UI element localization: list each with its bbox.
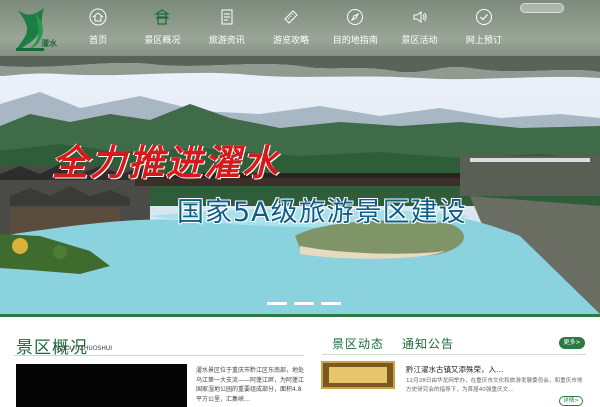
main-nav: 首页 景区概况 旅游资讯 游览攻略 目的地指南 景区活动 网上预订 (66, 8, 516, 48)
zhuoshui-logo[interactable] (10, 4, 66, 54)
about-text: 濯水景区位于重庆市黔江区东南部，地处乌江第一大支流——阿蓬江畔，为阿蓬江国家湿地… (196, 367, 305, 403)
nav-label: 景区概况 (144, 36, 181, 46)
news-icon (221, 9, 233, 25)
banner-slogan-sub: 国家5A级旅游景区建设 (177, 197, 467, 228)
nav-label: 目的地指南 (332, 36, 378, 46)
slide-indicators (267, 302, 341, 305)
nav-item-home[interactable]: 首页 (66, 8, 130, 48)
nav-item-news[interactable]: 旅游资讯 (195, 8, 259, 48)
compass-icon (347, 9, 364, 25)
plaque-image (329, 367, 387, 383)
news-item-title[interactable]: 黔江濯水古镇又添殊荣，入… (406, 364, 504, 375)
pagoda-icon (154, 9, 171, 25)
search-input[interactable] (520, 3, 564, 13)
speaker-icon (413, 11, 427, 23)
slide-dot[interactable] (294, 302, 314, 305)
nav-item-destination[interactable]: 目的地指南 (323, 8, 387, 48)
banner-slogan-main: 全力推进濯水 (52, 142, 281, 184)
slide-dot[interactable] (321, 302, 341, 305)
nav-label: 游览攻略 (272, 36, 309, 46)
tab-activity[interactable]: 景区动态 (332, 335, 384, 352)
news-tabs: 景区动态 通知公告 (332, 335, 454, 352)
nav-item-activities[interactable]: 景区活动 (387, 8, 451, 48)
nav-label: 首页 (89, 36, 108, 46)
check-icon (475, 9, 492, 25)
intro-video[interactable] (16, 364, 187, 407)
news-item-desc: 12月28日由华龙网举办，在重庆市文化和旅游发展委员会，和重庆市地方史研究会的指… (406, 378, 583, 393)
nav-item-guide[interactable]: 游览攻略 (259, 8, 323, 48)
tab-notice[interactable]: 通知公告 (402, 335, 454, 352)
nav-label: 网上预订 (465, 36, 502, 46)
about-underline (14, 355, 304, 356)
more-button[interactable]: 更多> (559, 337, 585, 349)
hero-banner[interactable]: 全力推进濯水 国家5A级旅游景区建设 (0, 56, 600, 314)
ticket-icon (284, 10, 298, 24)
logo-text: 濯水 (41, 39, 57, 48)
page: 濯水 首页 景区概况 旅游资讯 游览攻略 目的地指南 景区活动 网上预订 全力推… (0, 0, 600, 407)
nav-label: 旅游资讯 (208, 36, 245, 46)
nav-item-booking[interactable]: 网上预订 (452, 8, 516, 48)
nav-label: 景区活动 (401, 36, 438, 46)
news-underline (322, 354, 586, 355)
about-title-en: ABOUT ZHUOSHUI (57, 345, 113, 352)
home-icon (89, 8, 107, 26)
detail-button[interactable]: 详情> (559, 396, 583, 406)
green-divider (0, 314, 600, 317)
nav-item-overview[interactable]: 景区概况 (130, 8, 194, 48)
news-thumbnail[interactable] (321, 361, 395, 389)
slide-dot[interactable] (267, 302, 287, 305)
